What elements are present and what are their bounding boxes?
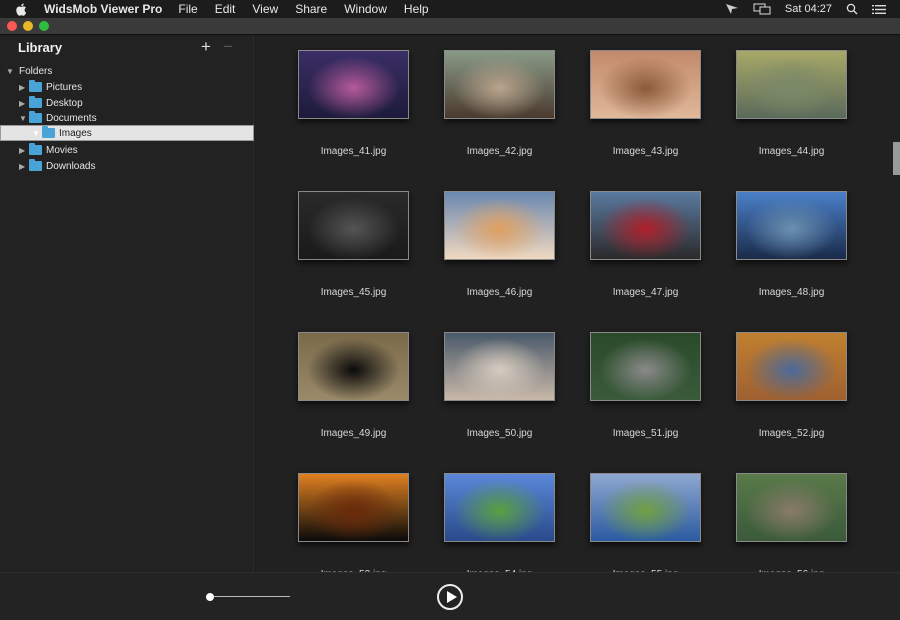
close-window-button[interactable] [7, 21, 17, 31]
zoom-window-button[interactable] [39, 21, 49, 31]
thumbnail-image[interactable] [444, 332, 555, 401]
thumbnail-filename: Images_50.jpg [466, 428, 533, 439]
thumbnail-filename: Images_45.jpg [320, 287, 387, 298]
window-titlebar [0, 18, 900, 35]
thumbnail-filename: Images_46.jpg [466, 287, 533, 298]
thumbnail-image[interactable] [590, 332, 701, 401]
clock[interactable]: Sat 04:27 [785, 3, 832, 15]
folder-icon [29, 80, 42, 92]
disclosure-collapsed-icon[interactable]: ▶ [19, 99, 29, 108]
thumbnail-filename: Images_49.jpg [320, 428, 387, 439]
thumbnail-filename: Images_43.jpg [612, 146, 679, 157]
menu-share[interactable]: Share [295, 2, 327, 16]
display-icon[interactable] [753, 3, 771, 15]
thumbnail-filename: Images_48.jpg [758, 287, 825, 298]
folder-icon [29, 96, 42, 108]
play-slideshow-button[interactable] [437, 584, 463, 610]
minimize-window-button[interactable] [23, 21, 33, 31]
menu-edit[interactable]: Edit [215, 2, 236, 16]
library-title: Library [18, 40, 63, 55]
tree-folders-root[interactable]: ▼ Folders [0, 63, 254, 79]
thumbnail-image[interactable] [444, 473, 555, 542]
folder-icon [29, 159, 42, 171]
thumbnail-size-slider-knob[interactable] [206, 593, 214, 601]
thumbnail-image[interactable] [736, 191, 847, 260]
menu-help[interactable]: Help [404, 2, 429, 16]
bottom-toolbar [0, 572, 900, 620]
tree-item-documents[interactable]: ▼ Documents [0, 110, 254, 126]
tree-item-images[interactable]: ▼ Images [0, 125, 254, 141]
disclosure-collapsed-icon[interactable]: ▶ [19, 162, 29, 171]
thumbnail-image[interactable] [298, 50, 409, 119]
disclosure-expanded-icon[interactable]: ▼ [19, 114, 29, 123]
tree-item-desktop[interactable]: ▶ Desktop [0, 95, 254, 111]
thumbnail-image[interactable] [444, 191, 555, 260]
tree-label: Pictures [46, 81, 83, 93]
thumbnail-image[interactable] [736, 473, 847, 542]
thumbnail-filename: Images_51.jpg [612, 428, 679, 439]
thumbnail-image[interactable] [298, 332, 409, 401]
disclosure-expanded-icon[interactable]: ▼ [32, 129, 42, 138]
library-sidebar: Library + − ▼ Folders ▶ Pictures ▶ Deskt… [0, 36, 254, 572]
add-folder-button[interactable]: + [201, 37, 211, 57]
folder-icon [29, 143, 42, 155]
tree-label: Folders [19, 65, 53, 77]
location-icon[interactable] [725, 3, 739, 15]
tree-label: Documents [46, 112, 97, 124]
tree-label: Desktop [46, 97, 83, 109]
thumbnail-filename: Images_42.jpg [466, 146, 533, 157]
disclosure-collapsed-icon[interactable]: ▶ [19, 146, 29, 155]
tree-label: Movies [46, 144, 78, 156]
tree-label: Images [59, 127, 92, 139]
thumbnail-image[interactable] [298, 473, 409, 542]
tree-item-movies[interactable]: ▶ Movies [0, 142, 254, 158]
thumbnail-image[interactable] [444, 50, 555, 119]
menu-bar: WidsMob Viewer Pro File Edit View Share … [0, 0, 900, 18]
app-name-menu[interactable]: WidsMob Viewer Pro [44, 2, 162, 16]
apple-icon[interactable] [16, 3, 30, 16]
tree-item-pictures[interactable]: ▶ Pictures [0, 79, 254, 95]
menu-file[interactable]: File [178, 2, 197, 16]
tree-item-downloads[interactable]: ▶ Downloads [0, 158, 254, 174]
thumbnail-image[interactable] [590, 191, 701, 260]
folder-icon [29, 111, 42, 123]
menu-view[interactable]: View [252, 2, 278, 16]
disclosure-expanded-icon[interactable]: ▼ [6, 67, 16, 76]
thumbnail-filename: Images_44.jpg [758, 146, 825, 157]
thumbnail-image[interactable] [736, 50, 847, 119]
vertical-scrollbar-thumb[interactable] [893, 142, 900, 175]
thumbnail-filename: Images_52.jpg [758, 428, 825, 439]
search-icon[interactable] [846, 3, 858, 15]
thumbnail-image[interactable] [298, 191, 409, 260]
folder-icon [42, 126, 55, 138]
thumbnail-filename: Images_41.jpg [320, 146, 387, 157]
thumbnail-size-slider[interactable] [210, 596, 290, 597]
remove-folder-button[interactable]: − [223, 37, 233, 57]
thumbnail-image[interactable] [590, 473, 701, 542]
thumbnail-image[interactable] [590, 50, 701, 119]
tree-label: Downloads [46, 160, 96, 172]
disclosure-collapsed-icon[interactable]: ▶ [19, 83, 29, 92]
thumbnail-grid: Images_41.jpg Images_42.jpg Images_43.jpg I… [255, 36, 900, 572]
list-icon[interactable] [872, 4, 886, 15]
thumbnail-image[interactable] [736, 332, 847, 401]
menu-window[interactable]: Window [344, 2, 387, 16]
thumbnail-filename: Images_47.jpg [612, 287, 679, 298]
